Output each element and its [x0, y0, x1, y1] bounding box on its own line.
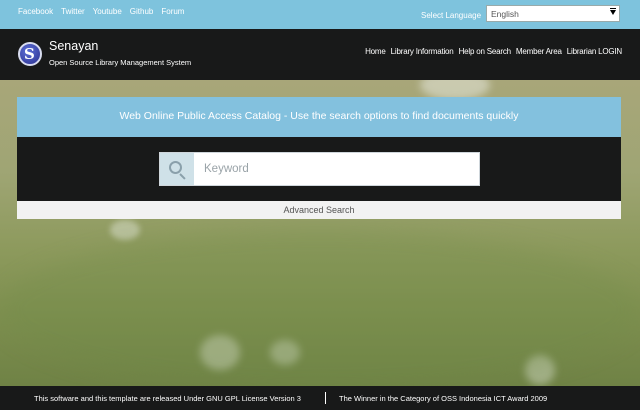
- brand-name[interactable]: Senayan: [49, 39, 98, 53]
- search-panel-body: [17, 137, 621, 201]
- footer-award-text: The Winner in the Category of OSS Indone…: [339, 394, 548, 403]
- link-facebook[interactable]: Facebook: [18, 7, 53, 16]
- search-icon[interactable]: [160, 153, 194, 185]
- nav-library-information[interactable]: Library Information: [391, 47, 454, 56]
- advanced-search-link[interactable]: Advanced Search: [17, 201, 621, 219]
- footer-divider: [325, 392, 326, 404]
- link-forum[interactable]: Forum: [161, 7, 184, 16]
- nav-librarian-login[interactable]: Librarian LOGIN: [567, 47, 622, 56]
- search-panel: Web Online Public Access Catalog - Use t…: [17, 97, 621, 219]
- link-twitter[interactable]: Twitter: [61, 7, 85, 16]
- language-selected-value: English: [491, 9, 519, 19]
- dropdown-bar-icon: [610, 8, 616, 9]
- main-nav: Home Library Information Help on Search …: [360, 47, 622, 56]
- site-header: S Senayan Open Source Library Management…: [0, 29, 640, 80]
- senayan-logo-icon[interactable]: S: [18, 42, 42, 66]
- language-select[interactable]: English: [486, 5, 620, 22]
- search-box: [159, 152, 480, 186]
- footer-license-text: This software and this template are rele…: [34, 394, 301, 403]
- chevron-down-icon: [610, 10, 616, 15]
- social-links: Facebook Twitter Youtube Github Forum: [18, 7, 192, 16]
- link-youtube[interactable]: Youtube: [93, 7, 122, 16]
- nav-member-area[interactable]: Member Area: [516, 47, 562, 56]
- language-label: Select Language: [421, 11, 482, 20]
- search-panel-title: Web Online Public Access Catalog - Use t…: [17, 97, 621, 137]
- nav-help-on-search[interactable]: Help on Search: [459, 47, 512, 56]
- nav-home[interactable]: Home: [365, 47, 386, 56]
- brand-tagline: Open Source Library Management System: [49, 58, 192, 67]
- site-footer: This software and this template are rele…: [0, 386, 640, 410]
- keyword-input[interactable]: [194, 153, 479, 185]
- link-github[interactable]: Github: [130, 7, 154, 16]
- top-bar: Facebook Twitter Youtube Github Forum Se…: [0, 0, 640, 29]
